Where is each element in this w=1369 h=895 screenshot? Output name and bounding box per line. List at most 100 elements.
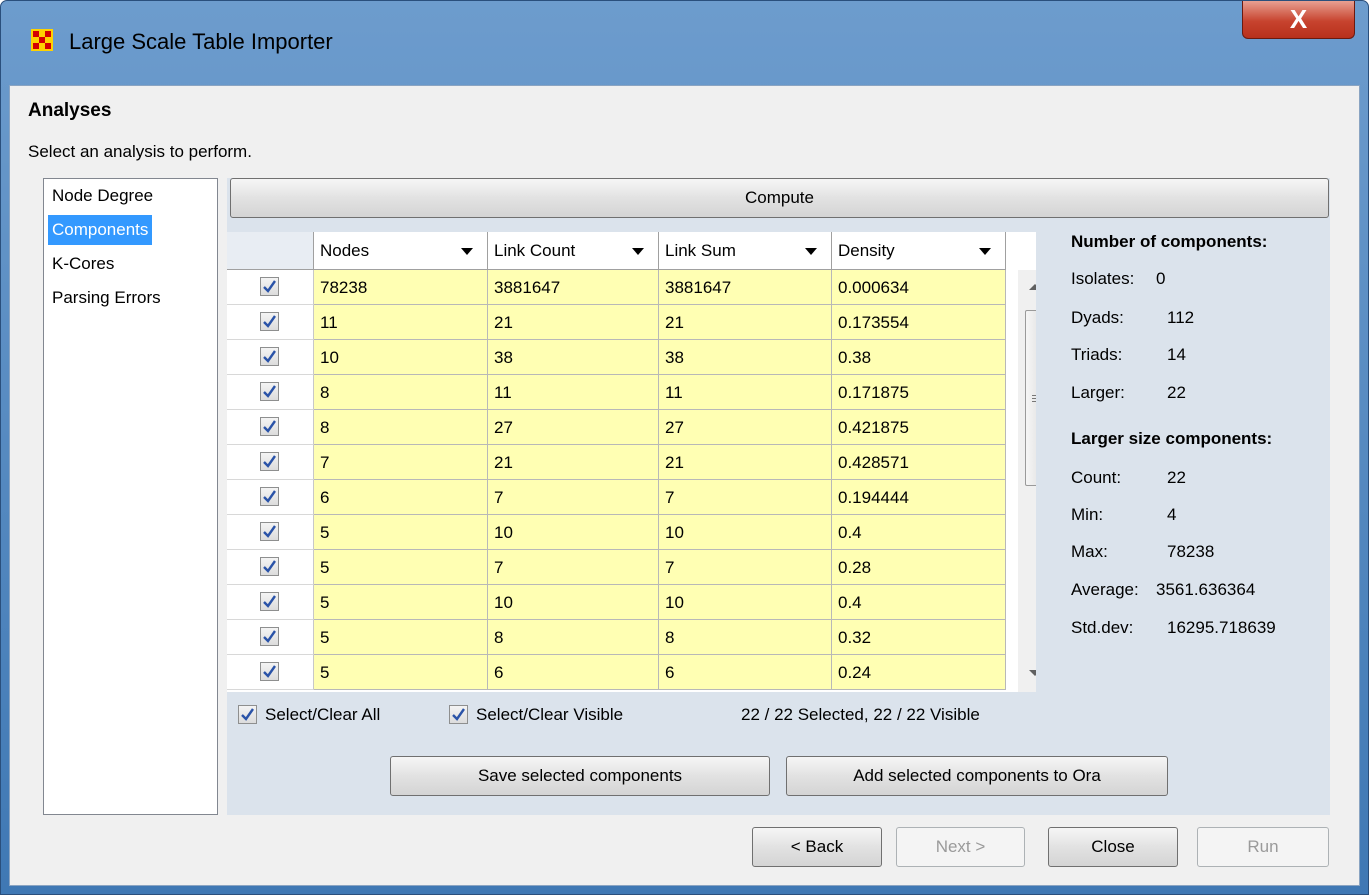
scroll-down-arrow-icon[interactable] [1029, 670, 1036, 676]
column-header-nodes[interactable]: Nodes [314, 232, 488, 270]
row-checkbox[interactable] [260, 382, 279, 401]
table-cell[interactable]: 7 [314, 445, 488, 480]
table-cell[interactable]: 11 [488, 375, 659, 410]
table-cell[interactable]: 10 [488, 515, 659, 550]
row-checkbox[interactable] [260, 312, 279, 331]
table-cell[interactable]: 0.171875 [832, 375, 1006, 410]
table-cell[interactable]: 6 [314, 480, 488, 515]
row-checkbox[interactable] [260, 487, 279, 506]
table-row[interactable]: 5 10 10 0.4 [227, 515, 1006, 550]
analysis-item-k-cores[interactable]: K-Cores [48, 249, 118, 279]
dropdown-arrow-icon[interactable] [632, 248, 644, 255]
close-button[interactable]: Close [1048, 827, 1178, 867]
analysis-item-node-degree[interactable]: Node Degree [48, 181, 157, 211]
table-cell[interactable]: 27 [659, 410, 832, 445]
table-row[interactable]: 5 8 8 0.32 [227, 620, 1006, 655]
dropdown-arrow-icon[interactable] [461, 248, 473, 255]
table-cell[interactable]: 21 [488, 445, 659, 480]
table-cell[interactable]: 0.173554 [832, 305, 1006, 340]
table-row[interactable]: 7 21 21 0.428571 [227, 445, 1006, 480]
table-cell[interactable]: 7 [488, 550, 659, 585]
back-button[interactable]: < Back [752, 827, 882, 867]
table-cell[interactable]: 5 [314, 620, 488, 655]
table-cell[interactable]: 10 [659, 585, 832, 620]
table-cell[interactable]: 0.4 [832, 515, 1006, 550]
select-all-checkbox[interactable] [238, 705, 257, 724]
table-cell[interactable]: 78238 [314, 270, 488, 305]
select-visible-checkbox[interactable] [449, 705, 468, 724]
table-vertical-scrollbar[interactable] [1018, 270, 1036, 692]
table-cell[interactable]: 10 [659, 515, 832, 550]
select-visible-label[interactable]: Select/Clear Visible [476, 700, 623, 730]
table-cell[interactable]: 3881647 [659, 270, 832, 305]
table-cell[interactable]: 21 [659, 305, 832, 340]
table-cell[interactable]: 5 [314, 655, 488, 690]
table-row[interactable]: 5 10 10 0.4 [227, 585, 1006, 620]
table-cell[interactable]: 6 [659, 655, 832, 690]
title-bar[interactable]: Large Scale Table Importer X [1, 1, 1368, 85]
next-button[interactable]: Next > [896, 827, 1025, 867]
table-cell[interactable]: 10 [488, 585, 659, 620]
table-cell[interactable]: 7 [488, 480, 659, 515]
column-header-density[interactable]: Density [832, 232, 1006, 270]
table-cell[interactable]: 10 [314, 340, 488, 375]
window-close-button[interactable]: X [1242, 1, 1355, 39]
row-checkbox[interactable] [260, 277, 279, 296]
dropdown-arrow-icon[interactable] [979, 248, 991, 255]
table-cell[interactable]: 7 [659, 480, 832, 515]
table-cell[interactable]: 11 [314, 305, 488, 340]
table-row[interactable]: 10 38 38 0.38 [227, 340, 1006, 375]
table-cell[interactable]: 6 [488, 655, 659, 690]
table-cell[interactable]: 11 [659, 375, 832, 410]
row-checkbox[interactable] [260, 557, 279, 576]
table-cell[interactable]: 5 [314, 550, 488, 585]
table-cell[interactable]: 5 [314, 515, 488, 550]
dropdown-arrow-icon[interactable] [805, 248, 817, 255]
compute-button[interactable]: Compute [230, 178, 1329, 218]
table-cell[interactable]: 8 [659, 620, 832, 655]
table-cell[interactable]: 0.000634 [832, 270, 1006, 305]
row-checkbox[interactable] [260, 662, 279, 681]
table-cell[interactable]: 21 [659, 445, 832, 480]
table-cell[interactable]: 0.24 [832, 655, 1006, 690]
run-button[interactable]: Run [1197, 827, 1329, 867]
row-checkbox[interactable] [260, 417, 279, 436]
table-cell[interactable]: 38 [659, 340, 832, 375]
table-cell[interactable]: 7 [659, 550, 832, 585]
table-cell[interactable]: 8 [314, 410, 488, 445]
table-cell[interactable]: 0.32 [832, 620, 1006, 655]
table-cell[interactable]: 0.38 [832, 340, 1006, 375]
row-checkbox[interactable] [260, 347, 279, 366]
table-cell[interactable]: 3881647 [488, 270, 659, 305]
table-row[interactable]: 11 21 21 0.173554 [227, 305, 1006, 340]
table-row[interactable]: 5 6 6 0.24 [227, 655, 1006, 690]
row-checkbox[interactable] [260, 522, 279, 541]
table-cell[interactable]: 0.4 [832, 585, 1006, 620]
table-cell[interactable]: 0.28 [832, 550, 1006, 585]
scroll-up-arrow-icon[interactable] [1029, 284, 1036, 290]
table-row[interactable]: 5 7 7 0.28 [227, 550, 1006, 585]
analysis-item-parsing-errors[interactable]: Parsing Errors [48, 283, 165, 313]
table-cell[interactable]: 0.428571 [832, 445, 1006, 480]
analysis-item-components[interactable]: Components [48, 215, 153, 245]
scroll-thumb[interactable] [1025, 310, 1036, 486]
row-checkbox[interactable] [260, 627, 279, 646]
column-header-link-count[interactable]: Link Count [488, 232, 659, 270]
save-selected-components-button[interactable]: Save selected components [390, 756, 770, 796]
table-row[interactable]: 8 27 27 0.421875 [227, 410, 1006, 445]
table-cell[interactable]: 0.194444 [832, 480, 1006, 515]
table-cell[interactable]: 8 [488, 620, 659, 655]
column-header-link-sum[interactable]: Link Sum [659, 232, 832, 270]
table-cell[interactable]: 0.421875 [832, 410, 1006, 445]
table-cell[interactable]: 27 [488, 410, 659, 445]
table-cell[interactable]: 5 [314, 585, 488, 620]
table-row[interactable]: 78238 3881647 3881647 0.000634 [227, 270, 1006, 305]
row-checkbox[interactable] [260, 452, 279, 471]
table-cell[interactable]: 8 [314, 375, 488, 410]
table-cell[interactable]: 38 [488, 340, 659, 375]
row-checkbox[interactable] [260, 592, 279, 611]
select-all-label[interactable]: Select/Clear All [265, 700, 380, 730]
table-cell[interactable]: 21 [488, 305, 659, 340]
table-row[interactable]: 6 7 7 0.194444 [227, 480, 1006, 515]
table-row[interactable]: 8 11 11 0.171875 [227, 375, 1006, 410]
